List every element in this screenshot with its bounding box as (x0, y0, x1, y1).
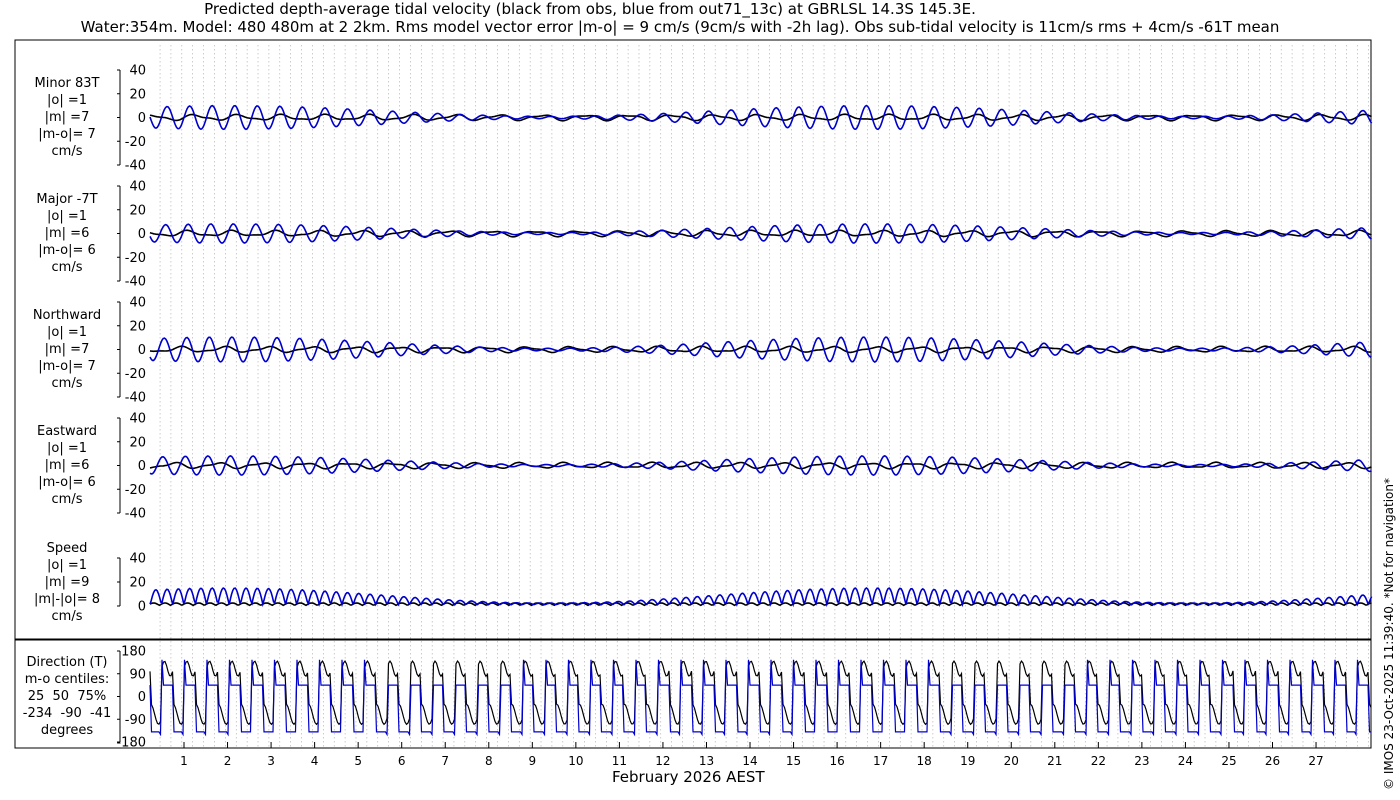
y-tick-label: -20 (125, 135, 146, 150)
x-tick-label: 23 (1134, 754, 1149, 768)
y-tick-label: -40 (125, 275, 146, 290)
y-tick-label: -40 (125, 391, 146, 406)
x-tick-label: 1 (180, 754, 188, 768)
x-tick-label: 19 (960, 754, 975, 768)
x-tick-label: 4 (311, 754, 319, 768)
y-tick-label: 90 (129, 667, 146, 682)
x-tick-label: 17 (873, 754, 888, 768)
x-tick-label: 8 (485, 754, 493, 768)
x-tick-label: 22 (1091, 754, 1106, 768)
x-tick-label: 7 (441, 754, 449, 768)
panel-label-northward: Northward |o| =1 |m| =7 |m-o|= 7 cm/s (32, 308, 102, 391)
y-tick-label: -40 (125, 507, 146, 522)
x-tick-label: 14 (742, 754, 757, 768)
x-tick-label: 21 (1047, 754, 1062, 768)
x-tick-label: 2 (224, 754, 232, 768)
x-tick-label: 27 (1308, 754, 1323, 768)
x-tick-label: 3 (267, 754, 275, 768)
y-tick-label: 40 (129, 180, 146, 195)
y-tick-label: 20 (129, 576, 146, 591)
y-tick-label: 20 (129, 319, 146, 334)
y-tick-label: 40 (129, 412, 146, 427)
y-tick-label: -180 (116, 736, 146, 751)
panel-label-minor: Minor 83T |o| =1 |m| =7 |m-o|= 7 cm/s (34, 76, 100, 159)
x-tick-label: 9 (528, 754, 536, 768)
y-tick-label: 20 (129, 203, 146, 218)
y-tick-label: -20 (125, 367, 146, 382)
x-tick-label: 10 (568, 754, 583, 768)
y-tick-label: -40 (125, 159, 146, 174)
x-tick-label: 20 (1004, 754, 1019, 768)
y-tick-label: 20 (129, 435, 146, 450)
y-tick-label: 0 (138, 600, 146, 615)
x-tick-label: 16 (829, 754, 844, 768)
tidal-velocity-chart: 1 2 3 4 5 6 7 8 9 10 11 12 13 14 15 16 17 18 19 20 21 22 23 24 2… (14, 39, 1373, 768)
y-tick-label: 180 (121, 645, 146, 660)
panel-label-speed: Speed |o| =1 |m| =9 |m|-|o|= 8 cm/s (33, 541, 101, 624)
y-tick-label: -20 (125, 483, 146, 498)
x-tick-label: 18 (917, 754, 932, 768)
series-obs-line (149, 345, 1372, 354)
x-tick-label: 15 (786, 754, 801, 768)
y-tick-label: 40 (129, 64, 146, 79)
panel-label-direction: Direction (T) m-o centiles: 25 50 75% -2… (22, 655, 112, 738)
x-tick-label: 24 (1178, 754, 1193, 768)
y-tick-label: -20 (125, 251, 146, 266)
y-tick-label: 0 (138, 111, 146, 126)
x-tick-label: 13 (699, 754, 714, 768)
y-tick-label: -90 (125, 713, 146, 728)
x-axis-title: February 2026 AEST (612, 768, 765, 786)
x-tick-label: 25 (1221, 754, 1236, 768)
series-obs-line (149, 461, 1372, 470)
y-tick-label: 0 (138, 343, 146, 358)
x-tick-label: 26 (1265, 754, 1280, 768)
y-tick-label: 0 (138, 459, 146, 474)
y-tick-label: 40 (129, 296, 146, 311)
x-tick-label: 5 (354, 754, 362, 768)
panel-label-eastward: Eastward |o| =1 |m| =6 |m-o|= 6 cm/s (36, 424, 98, 507)
y-tick-label: 0 (138, 227, 146, 242)
copyright-notice: © IMOS 23-Oct-2025 11:39:40. *Not for na… (1382, 478, 1396, 790)
upper-frame (14, 39, 1372, 640)
panel-label-major: Major -7T |o| =1 |m| =6 |m-o|= 6 cm/s (36, 192, 98, 275)
x-tick-label: 12 (655, 754, 670, 768)
x-tick-label: 11 (612, 754, 627, 768)
y-tick-label: 20 (129, 87, 146, 102)
x-tick-label: 6 (398, 754, 406, 768)
y-tick-label: 0 (138, 690, 146, 705)
y-tick-label: 40 (129, 552, 146, 567)
